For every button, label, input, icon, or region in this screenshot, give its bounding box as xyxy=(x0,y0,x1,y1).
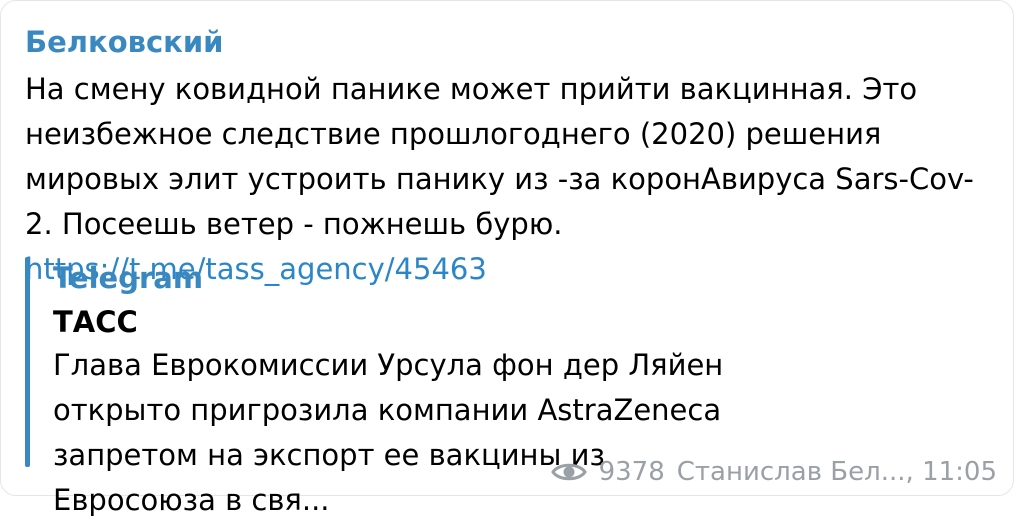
preview-description: Глава Еврокомиссии Урсула фон дер Ляйен … xyxy=(53,348,724,517)
eye-icon xyxy=(550,460,587,484)
preview-accent-bar xyxy=(25,257,30,467)
view-count: 9378 xyxy=(598,457,665,487)
preview-title: ТАСС xyxy=(53,305,138,339)
message-body: На смену ковидной панике может прийти ва… xyxy=(25,72,974,241)
message-bubble: Белковский На смену ковидной панике може… xyxy=(0,0,1014,517)
message-meta: 9378 Станислав Бел..., 11:05 xyxy=(550,455,997,489)
preview-site-name: Telegram xyxy=(53,261,204,295)
link-preview[interactable]: Telegram ТАСС Глава Еврокомиссии Урсула … xyxy=(25,257,985,517)
channel-name[interactable]: Белковский xyxy=(25,25,223,59)
author-time: Станислав Бел..., 11:05 xyxy=(676,457,997,487)
